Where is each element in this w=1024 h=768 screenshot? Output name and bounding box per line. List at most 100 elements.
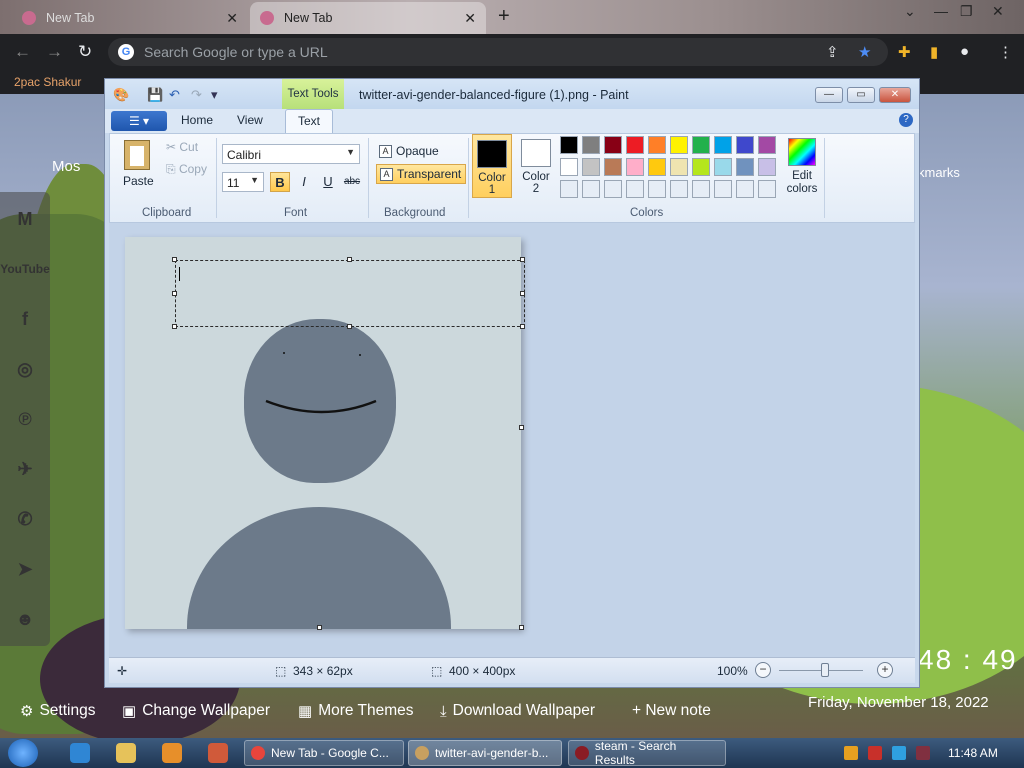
font-size-select[interactable]: 11 ▼ — [222, 172, 264, 192]
color-swatch[interactable] — [560, 158, 578, 176]
redo-icon[interactable]: ↷ — [191, 87, 202, 103]
facebook-icon[interactable]: f — [8, 302, 42, 336]
text-selection-box[interactable] — [175, 260, 525, 327]
pinterest-icon[interactable]: ℗ — [8, 402, 42, 436]
color-2-button[interactable]: Color 2 — [516, 134, 556, 198]
whatsapp-icon[interactable]: ✆ — [8, 502, 42, 536]
help-icon[interactable]: ? — [899, 113, 913, 127]
canvas-resize-handle[interactable] — [317, 625, 322, 630]
close-tab-icon[interactable]: ✕ — [464, 10, 476, 27]
color-swatch[interactable] — [582, 158, 600, 176]
color-swatch[interactable] — [560, 180, 578, 198]
edit-colors-button[interactable]: Edit colors — [782, 134, 822, 196]
tab-text[interactable]: Text — [285, 109, 334, 133]
color-swatch[interactable] — [670, 158, 688, 176]
forward-arrow-icon[interactable]: → — [46, 42, 63, 62]
color-swatch[interactable] — [714, 180, 732, 198]
taskbar-chrome[interactable]: New Tab - Google C... — [244, 740, 404, 766]
flag-tray-icon[interactable] — [868, 746, 882, 760]
paint-menu-button[interactable]: ☰ ▾ — [111, 111, 167, 131]
transparent-button[interactable]: A Transparent — [376, 164, 467, 184]
tab-new-tab-2[interactable]: New Tab ✕ — [250, 2, 486, 34]
telegram-icon[interactable]: ➤ — [8, 552, 42, 586]
undo-icon[interactable]: ↶ — [169, 87, 180, 103]
color-swatch[interactable] — [758, 136, 776, 154]
bookmark-star-icon[interactable]: ★ — [858, 43, 871, 61]
color-swatch[interactable] — [736, 158, 754, 176]
close-tab-icon[interactable]: ✕ — [226, 10, 238, 27]
menu-kebab-icon[interactable]: ⋮ — [998, 43, 1013, 61]
resize-handle[interactable] — [520, 291, 525, 296]
volume-tray-icon[interactable] — [916, 746, 930, 760]
resize-handle[interactable] — [347, 257, 352, 262]
resize-handle[interactable] — [520, 324, 525, 329]
canvas-resize-handle[interactable] — [519, 625, 524, 630]
back-arrow-icon[interactable]: ← — [14, 42, 31, 62]
settings-link[interactable]: ⚙ Settings — [20, 702, 95, 720]
tab-search-chevron-icon[interactable]: ⌄ — [904, 3, 916, 20]
color-swatch[interactable] — [648, 158, 666, 176]
resize-handle[interactable] — [347, 324, 352, 329]
omnibox[interactable]: G Search Google or type a URL — [108, 38, 888, 66]
color-swatch[interactable] — [714, 158, 732, 176]
color-swatch[interactable] — [604, 136, 622, 154]
font-family-select[interactable]: Calibri ▼ — [222, 144, 360, 164]
twitter-icon[interactable]: ✈ — [8, 452, 42, 486]
opaque-button[interactable]: A Opaque — [376, 142, 443, 162]
media-player-icon[interactable] — [162, 743, 182, 763]
paste-icon[interactable] — [124, 140, 150, 170]
color-swatch[interactable] — [692, 158, 710, 176]
cut-button[interactable]: ✂ Cut — [166, 140, 198, 154]
side-panel-icon[interactable]: ▮ — [930, 43, 938, 61]
paste-button[interactable]: Paste — [123, 174, 154, 188]
color-swatch[interactable] — [692, 136, 710, 154]
start-button[interactable] — [8, 739, 38, 767]
paint-app-icon[interactable]: 🎨 — [113, 87, 129, 103]
instagram-icon[interactable]: ◎ — [8, 352, 42, 386]
tab-new-tab-1[interactable]: New Tab ✕ — [12, 2, 248, 34]
color-swatch[interactable] — [626, 158, 644, 176]
network-tray-icon[interactable] — [892, 746, 906, 760]
reload-icon[interactable]: ↻ — [78, 42, 92, 62]
color-1-button[interactable]: Color 1 — [472, 134, 512, 198]
new-note-link[interactable]: + New note — [632, 702, 711, 720]
color-swatch[interactable] — [560, 136, 578, 154]
internet-explorer-icon[interactable] — [70, 743, 90, 763]
gmail-icon[interactable]: M — [8, 202, 42, 236]
taskbar-clock[interactable]: 11:48 AM — [948, 746, 998, 760]
file-explorer-icon[interactable] — [116, 743, 136, 763]
youtube-icon[interactable]: YouTube — [0, 252, 50, 286]
color-swatch[interactable] — [626, 136, 644, 154]
bookmarks-label[interactable]: kmarks — [918, 165, 960, 180]
zoom-out-button[interactable]: − — [755, 662, 771, 678]
change-wallpaper-link[interactable]: ▣ Change Wallpaper — [122, 702, 270, 720]
color-swatch[interactable] — [670, 180, 688, 198]
color-swatch[interactable] — [692, 180, 710, 198]
close-window-icon[interactable]: ✕ — [992, 3, 1004, 20]
restore-icon[interactable]: ❐ — [960, 3, 973, 20]
share-icon[interactable]: ⇪ — [826, 43, 839, 61]
color-swatch[interactable] — [582, 136, 600, 154]
taskbar-paint[interactable]: twitter-avi-gender-b... — [408, 740, 562, 766]
color-swatch[interactable] — [670, 136, 688, 154]
color-swatch[interactable] — [736, 180, 754, 198]
taskbar-steam[interactable]: steam - Search Results — [568, 739, 726, 767]
canvas-resize-handle[interactable] — [519, 425, 524, 430]
color-swatch[interactable] — [758, 158, 776, 176]
paint-pinned-icon[interactable] — [208, 743, 228, 763]
copy-button[interactable]: ⎘ Copy — [166, 162, 207, 177]
color-swatch[interactable] — [648, 136, 666, 154]
color-swatch[interactable] — [582, 180, 600, 198]
color-swatch[interactable] — [604, 180, 622, 198]
new-tab-plus-icon[interactable]: + — [498, 5, 510, 28]
strikethrough-button[interactable]: abc — [342, 172, 362, 192]
color-swatch[interactable] — [626, 180, 644, 198]
paint-close-button[interactable]: ✕ — [879, 87, 911, 103]
color-swatch[interactable] — [736, 136, 754, 154]
color-swatch[interactable] — [758, 180, 776, 198]
tab-view[interactable]: View — [237, 113, 263, 127]
zoom-in-button[interactable]: + — [877, 662, 893, 678]
tab-home[interactable]: Home — [181, 113, 213, 127]
paint-minimize-button[interactable]: — — [815, 87, 843, 103]
profile-avatar-icon[interactable]: ● — [960, 43, 969, 60]
